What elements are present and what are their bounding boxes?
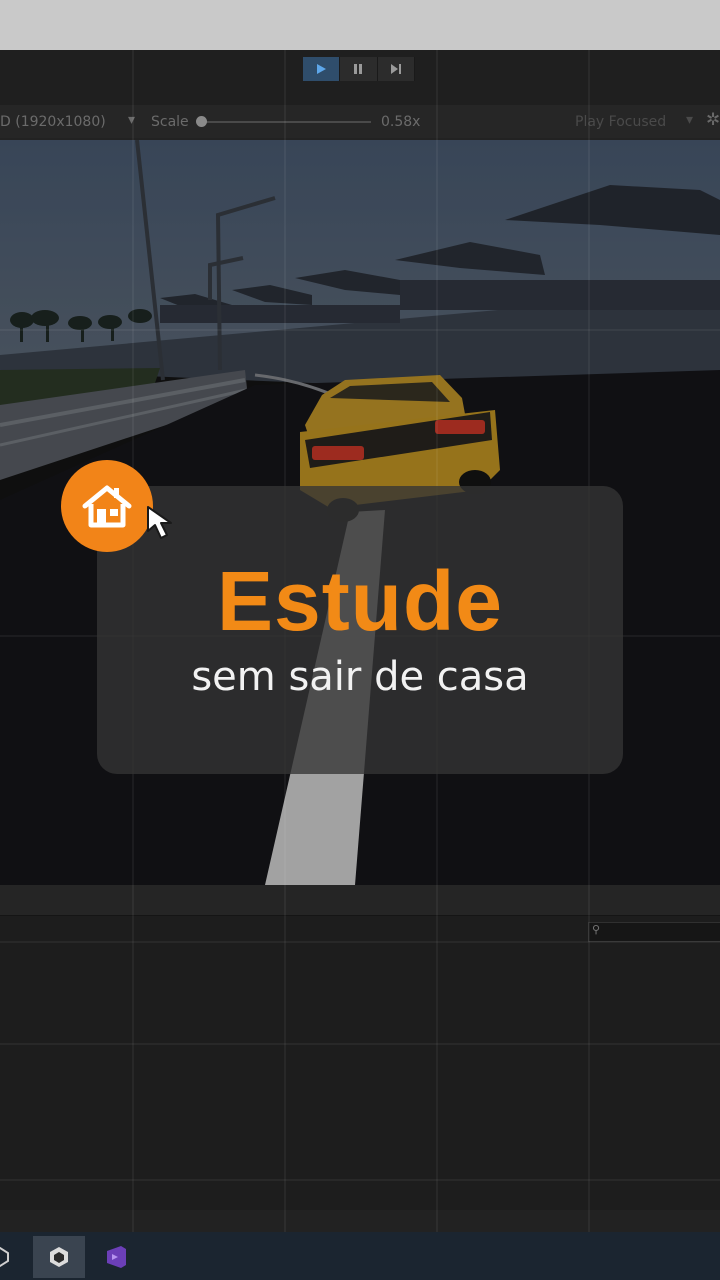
game-view-bar: D (1920x1080) ▾ Scale 0.58x Play Focused… (0, 105, 720, 138)
editor-bottom-panel: ⚲ (0, 885, 720, 1210)
search-input[interactable]: ⚲ (588, 922, 720, 942)
pause-button[interactable] (340, 57, 378, 81)
scale-slider-handle[interactable] (196, 116, 207, 127)
gear-icon[interactable]: ✲ (706, 110, 720, 130)
home-icon (82, 485, 132, 528)
scale-label: Scale (151, 114, 189, 130)
cursor-arrow-icon (147, 506, 172, 539)
step-button[interactable] (377, 57, 415, 81)
unity-hub-icon[interactable] (0, 1236, 26, 1278)
resolution-dropdown[interactable]: D (1920x1080) (0, 114, 106, 130)
play-controls (303, 57, 415, 81)
search-icon: ⚲ (592, 923, 601, 936)
play-mode-dropdown[interactable]: Play Focused (575, 114, 666, 130)
home-badge (61, 460, 153, 552)
headline: Estude (216, 554, 504, 648)
subheadline: sem sair de casa (191, 654, 529, 700)
pause-icon (354, 64, 363, 74)
window-top-strip (0, 0, 720, 50)
chevron-down-icon: ▾ (128, 112, 136, 128)
chevron-down-icon: ▾ (686, 112, 694, 128)
play-button[interactable] (303, 57, 341, 81)
play-icon (317, 64, 327, 74)
scale-slider-track[interactable] (206, 121, 371, 123)
panel-header (0, 885, 720, 916)
visual-studio-icon[interactable] (90, 1236, 142, 1278)
step-icon (390, 64, 401, 74)
os-taskbar (0, 1232, 720, 1280)
editor-toolbar (0, 50, 720, 105)
scale-value: 0.58x (381, 114, 421, 130)
unity-editor-icon[interactable] (33, 1236, 85, 1278)
